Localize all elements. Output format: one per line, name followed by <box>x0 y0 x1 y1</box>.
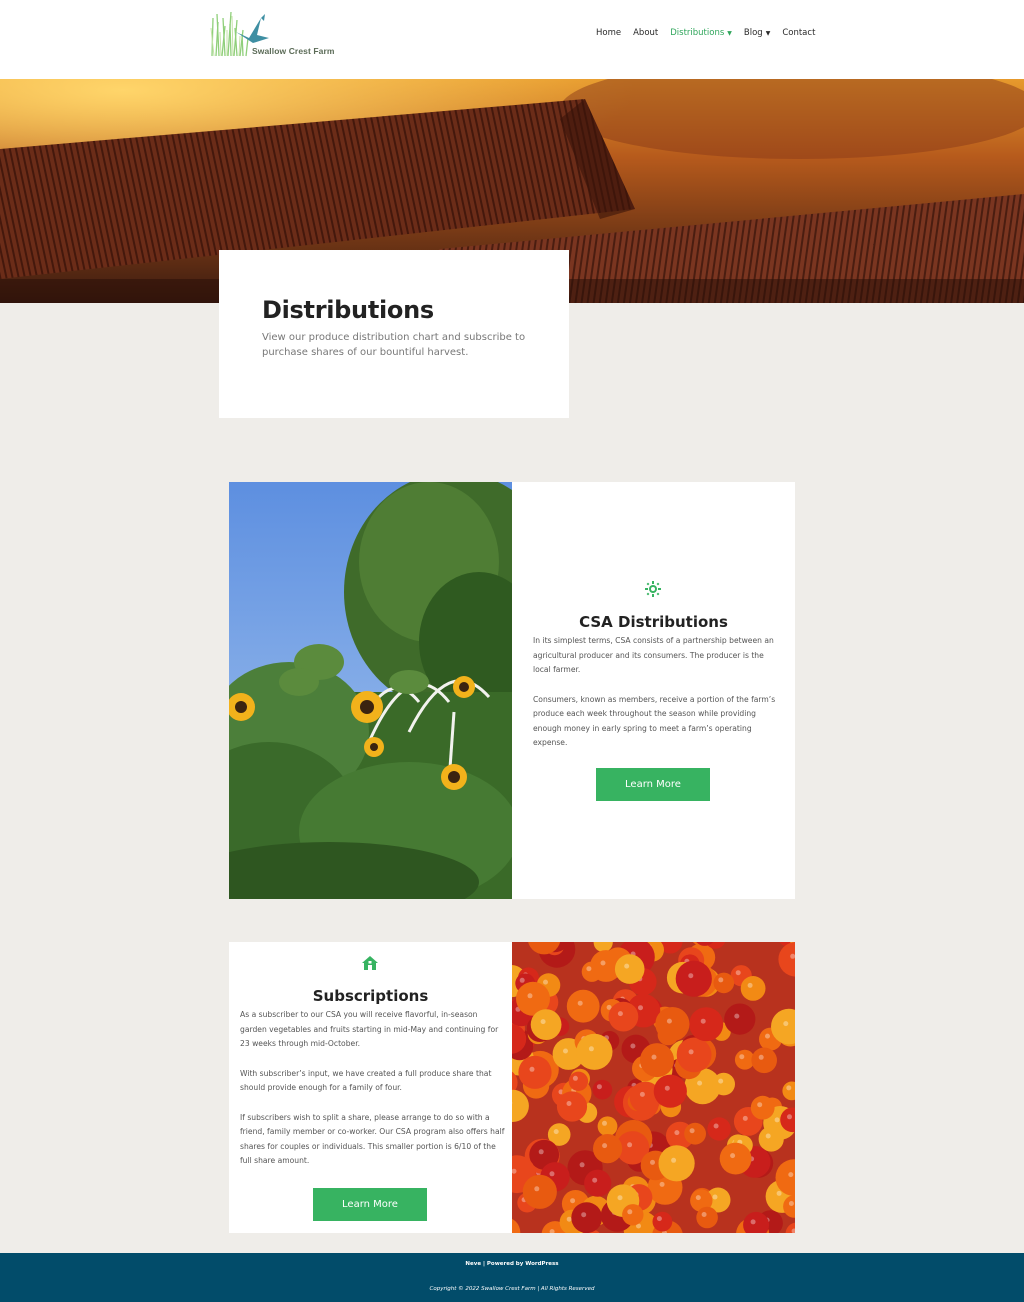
nav-item-home[interactable]: Home <box>596 28 621 38</box>
site-header: Swallow Crest Farm Home About Distributi… <box>0 0 1024 79</box>
footer-credit: Neve | Powered by WordPress <box>465 1261 559 1267</box>
nav-label: Home <box>596 28 622 38</box>
nav-item-distributions[interactable]: Distributions ▼ <box>670 28 732 38</box>
subscriptions-panel: Subscriptions As a subscriber to our CSA… <box>229 942 512 1233</box>
chevron-down-icon: ▼ <box>765 29 771 37</box>
nav-label: About <box>633 28 659 38</box>
footer-copyright: Copyright © 2022 Swallow Crest Farm | Al… <box>429 1286 595 1292</box>
main-nav: Home About Distributions ▼ Blog ▼ Contact <box>596 28 827 38</box>
home-icon <box>361 955 379 975</box>
sun-icon <box>645 581 661 601</box>
subscriptions-title: Subscriptions <box>312 987 429 1005</box>
nav-label: Distributions <box>670 28 725 38</box>
csa-paragraph: In its simplest terms, CSA consists of a… <box>533 636 774 674</box>
nav-item-about[interactable]: About <box>633 28 658 38</box>
page-title-card: Distributions View our produce distribut… <box>219 250 569 418</box>
subscriptions-paragraph: With subscriber’s input, we have created… <box>240 1068 492 1093</box>
nav-item-blog[interactable]: Blog ▼ <box>744 28 770 38</box>
subscriptions-learn-more-button[interactable]: Learn More <box>313 1188 427 1221</box>
logo-text: Swallow Crest Farm <box>252 46 335 56</box>
nav-item-contact[interactable]: Contact <box>782 28 815 38</box>
page-title: Distributions <box>262 296 434 324</box>
csa-learn-more-button[interactable]: Learn More <box>596 768 710 801</box>
subscriptions-paragraph: If subscribers wish to split a share, pl… <box>240 1112 505 1166</box>
nav-label: Contact <box>782 28 816 38</box>
subscriptions-paragraph: As a subscriber to our CSA you will rece… <box>240 1010 499 1048</box>
cherry-tomatoes-photo <box>512 942 795 1233</box>
site-logo[interactable]: Swallow Crest Farm <box>209 8 334 60</box>
sunflower-garden-photo <box>229 482 512 899</box>
csa-body: In its simplest terms, CSA consists of a… <box>533 634 778 766</box>
page-subtitle: View our produce distribution chart and … <box>262 332 526 358</box>
csa-distributions-panel: CSA Distributions In its simplest terms,… <box>512 482 795 899</box>
csa-paragraph: Consumers, known as members, receive a p… <box>533 694 776 748</box>
site-footer: Neve | Powered by WordPress Copyright © … <box>0 1253 1024 1302</box>
chevron-down-icon: ▼ <box>727 29 732 37</box>
nav-label: Blog <box>743 28 763 38</box>
subscriptions-body: As a subscriber to our CSA you will rece… <box>240 1008 505 1184</box>
csa-title: CSA Distributions <box>579 613 728 631</box>
